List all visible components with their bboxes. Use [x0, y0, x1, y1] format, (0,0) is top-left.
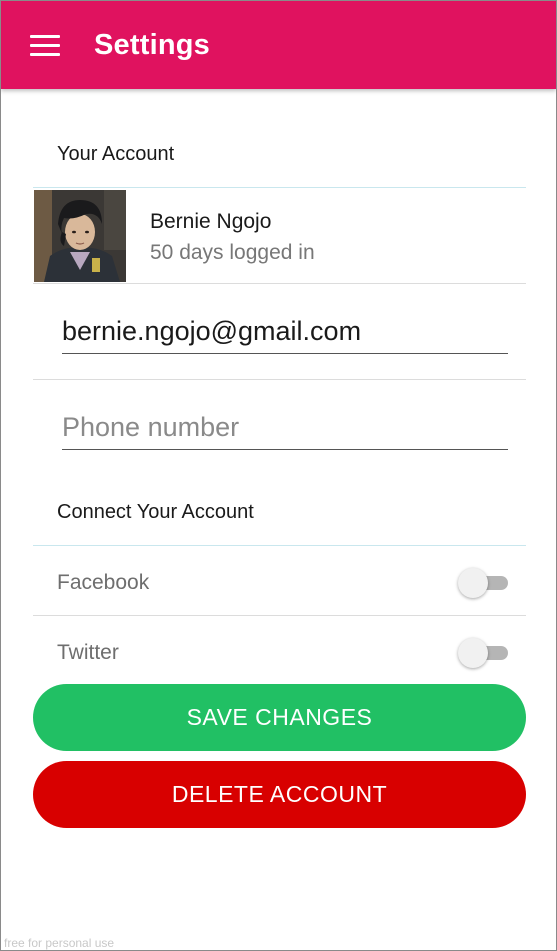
divider: [33, 283, 526, 284]
app-bar: Settings: [1, 1, 556, 89]
facebook-toggle[interactable]: [458, 567, 510, 598]
twitter-toggle[interactable]: [458, 637, 510, 668]
divider: [33, 187, 526, 188]
email-field[interactable]: [62, 310, 508, 354]
toggle-thumb: [458, 638, 488, 668]
watermark-text: free for personal use: [4, 936, 115, 950]
delete-account-button[interactable]: DELETE ACCOUNT: [33, 761, 526, 828]
settings-screen: Settings Your Account Bernie Ngojo 50 da…: [0, 0, 557, 951]
connect-account-heading: Connect Your Account: [57, 501, 254, 523]
hamburger-menu-icon[interactable]: [23, 27, 67, 63]
phone-number-field[interactable]: [62, 406, 508, 450]
facebook-label: Facebook: [57, 571, 150, 594]
save-changes-button[interactable]: SAVE CHANGES: [33, 684, 526, 751]
avatar-image: [34, 190, 126, 282]
toggle-thumb: [458, 568, 488, 598]
divider: [33, 545, 526, 546]
profile-days-logged-in: 50 days logged in: [150, 241, 315, 264]
your-account-heading: Your Account: [57, 143, 175, 165]
divider: [33, 379, 526, 380]
profile-name: Bernie Ngojo: [150, 210, 272, 233]
avatar[interactable]: [34, 190, 126, 282]
divider: [33, 615, 526, 616]
twitter-label: Twitter: [57, 641, 119, 664]
page-title: Settings: [94, 29, 210, 61]
